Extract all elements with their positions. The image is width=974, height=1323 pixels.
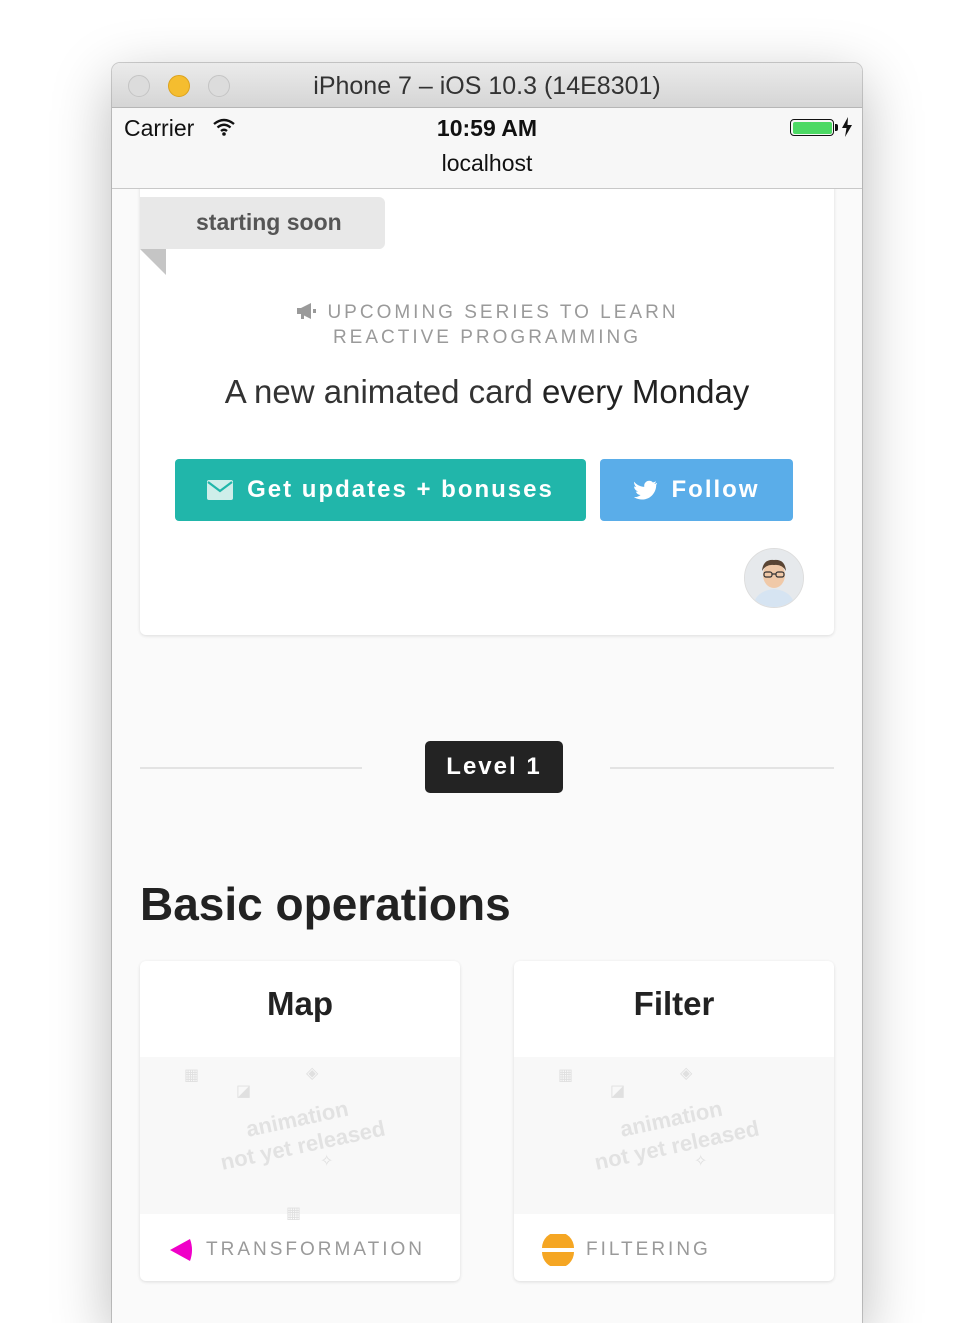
operator-title: Map [267,985,333,1022]
diamond-deco-icon: ◈ [306,1065,319,1082]
category-label: FILTERING [586,1239,711,1260]
get-updates-button[interactable]: Get updates + bonuses [175,459,586,521]
announcement-text: UPCOMING SERIES TO LEARN REACTIVE PROGRA… [327,302,679,348]
animation-preview: ▦ ◪ ◈ ✧ animation not yet released [514,1057,834,1214]
web-page: starting soon UPCOMING SERIES TO LEARN R… [112,189,862,1323]
grid-deco-icon: ▦ [184,1067,200,1084]
section-title: Basic operations [140,878,511,930]
ios-status-bar: Carrier 10:59 AM localhost [112,108,862,189]
author-avatar[interactable] [744,548,804,608]
operator-card-filter[interactable]: Filter ▦ ◪ ◈ ✧ animation not yet release… [514,961,834,1281]
megaphone-icon [297,303,317,319]
announcement: UPCOMING SERIES TO LEARN REACTIVE PROGRA… [240,300,734,350]
headline-light: A new animated card [224,373,543,410]
level-badge: Level 1 [425,741,563,793]
simulator-window: iPhone 7 – iOS 10.3 (14E8301) Carrier 10… [112,63,862,1323]
follow-button[interactable]: Follow [600,459,793,521]
animation-preview: ▦ ◪ ◈ ✧ ▦ animation not yet released [140,1057,460,1222]
ribbon-label: starting soon [196,209,342,235]
twitter-bird-icon [633,480,657,500]
square-deco-icon: ◪ [236,1083,252,1100]
operator-title: Filter [633,985,715,1022]
battery-tip [835,124,838,131]
starting-soon-ribbon: starting soon [140,197,385,249]
preview-text: animation not yet released [571,1085,778,1179]
promo-card: starting soon UPCOMING SERIES TO LEARN R… [140,189,834,635]
follow-label: Follow [671,476,760,503]
charging-bolt-icon [842,117,852,137]
envelope-icon [207,480,234,500]
grid-deco-icon: ▦ [286,1205,302,1222]
grid-deco-icon: ▦ [558,1067,574,1084]
avatar-photo [745,549,803,607]
ribbon-fold [140,249,166,275]
window-titlebar: iPhone 7 – iOS 10.3 (14E8301) [112,63,862,108]
address-bar-url[interactable]: localhost [112,150,862,177]
battery-icon [790,119,834,136]
headline-strong: every Monday [542,373,750,410]
divider-right [610,767,834,769]
window-title: iPhone 7 – iOS 10.3 (14E8301) [313,72,661,100]
category-label: TRANSFORMATION [206,1239,425,1260]
preview-text: animation not yet released [197,1085,404,1179]
status-time: 10:59 AM [436,115,538,141]
get-updates-label: Get updates + bonuses [247,476,554,503]
square-deco-icon: ◪ [610,1083,626,1100]
operator-card-map[interactable]: Map ▦ ◪ ◈ ✧ ▦ animation not yet released… [140,961,460,1281]
filtering-icon [542,1234,574,1266]
divider-left [140,767,362,769]
category-row: FILTERING [542,1234,834,1266]
category-row: TRANSFORMATION [168,1235,460,1265]
transformation-icon [170,1239,192,1261]
headline: A new animated card every Monday [140,373,834,411]
diamond-deco-icon: ◈ [680,1065,693,1082]
